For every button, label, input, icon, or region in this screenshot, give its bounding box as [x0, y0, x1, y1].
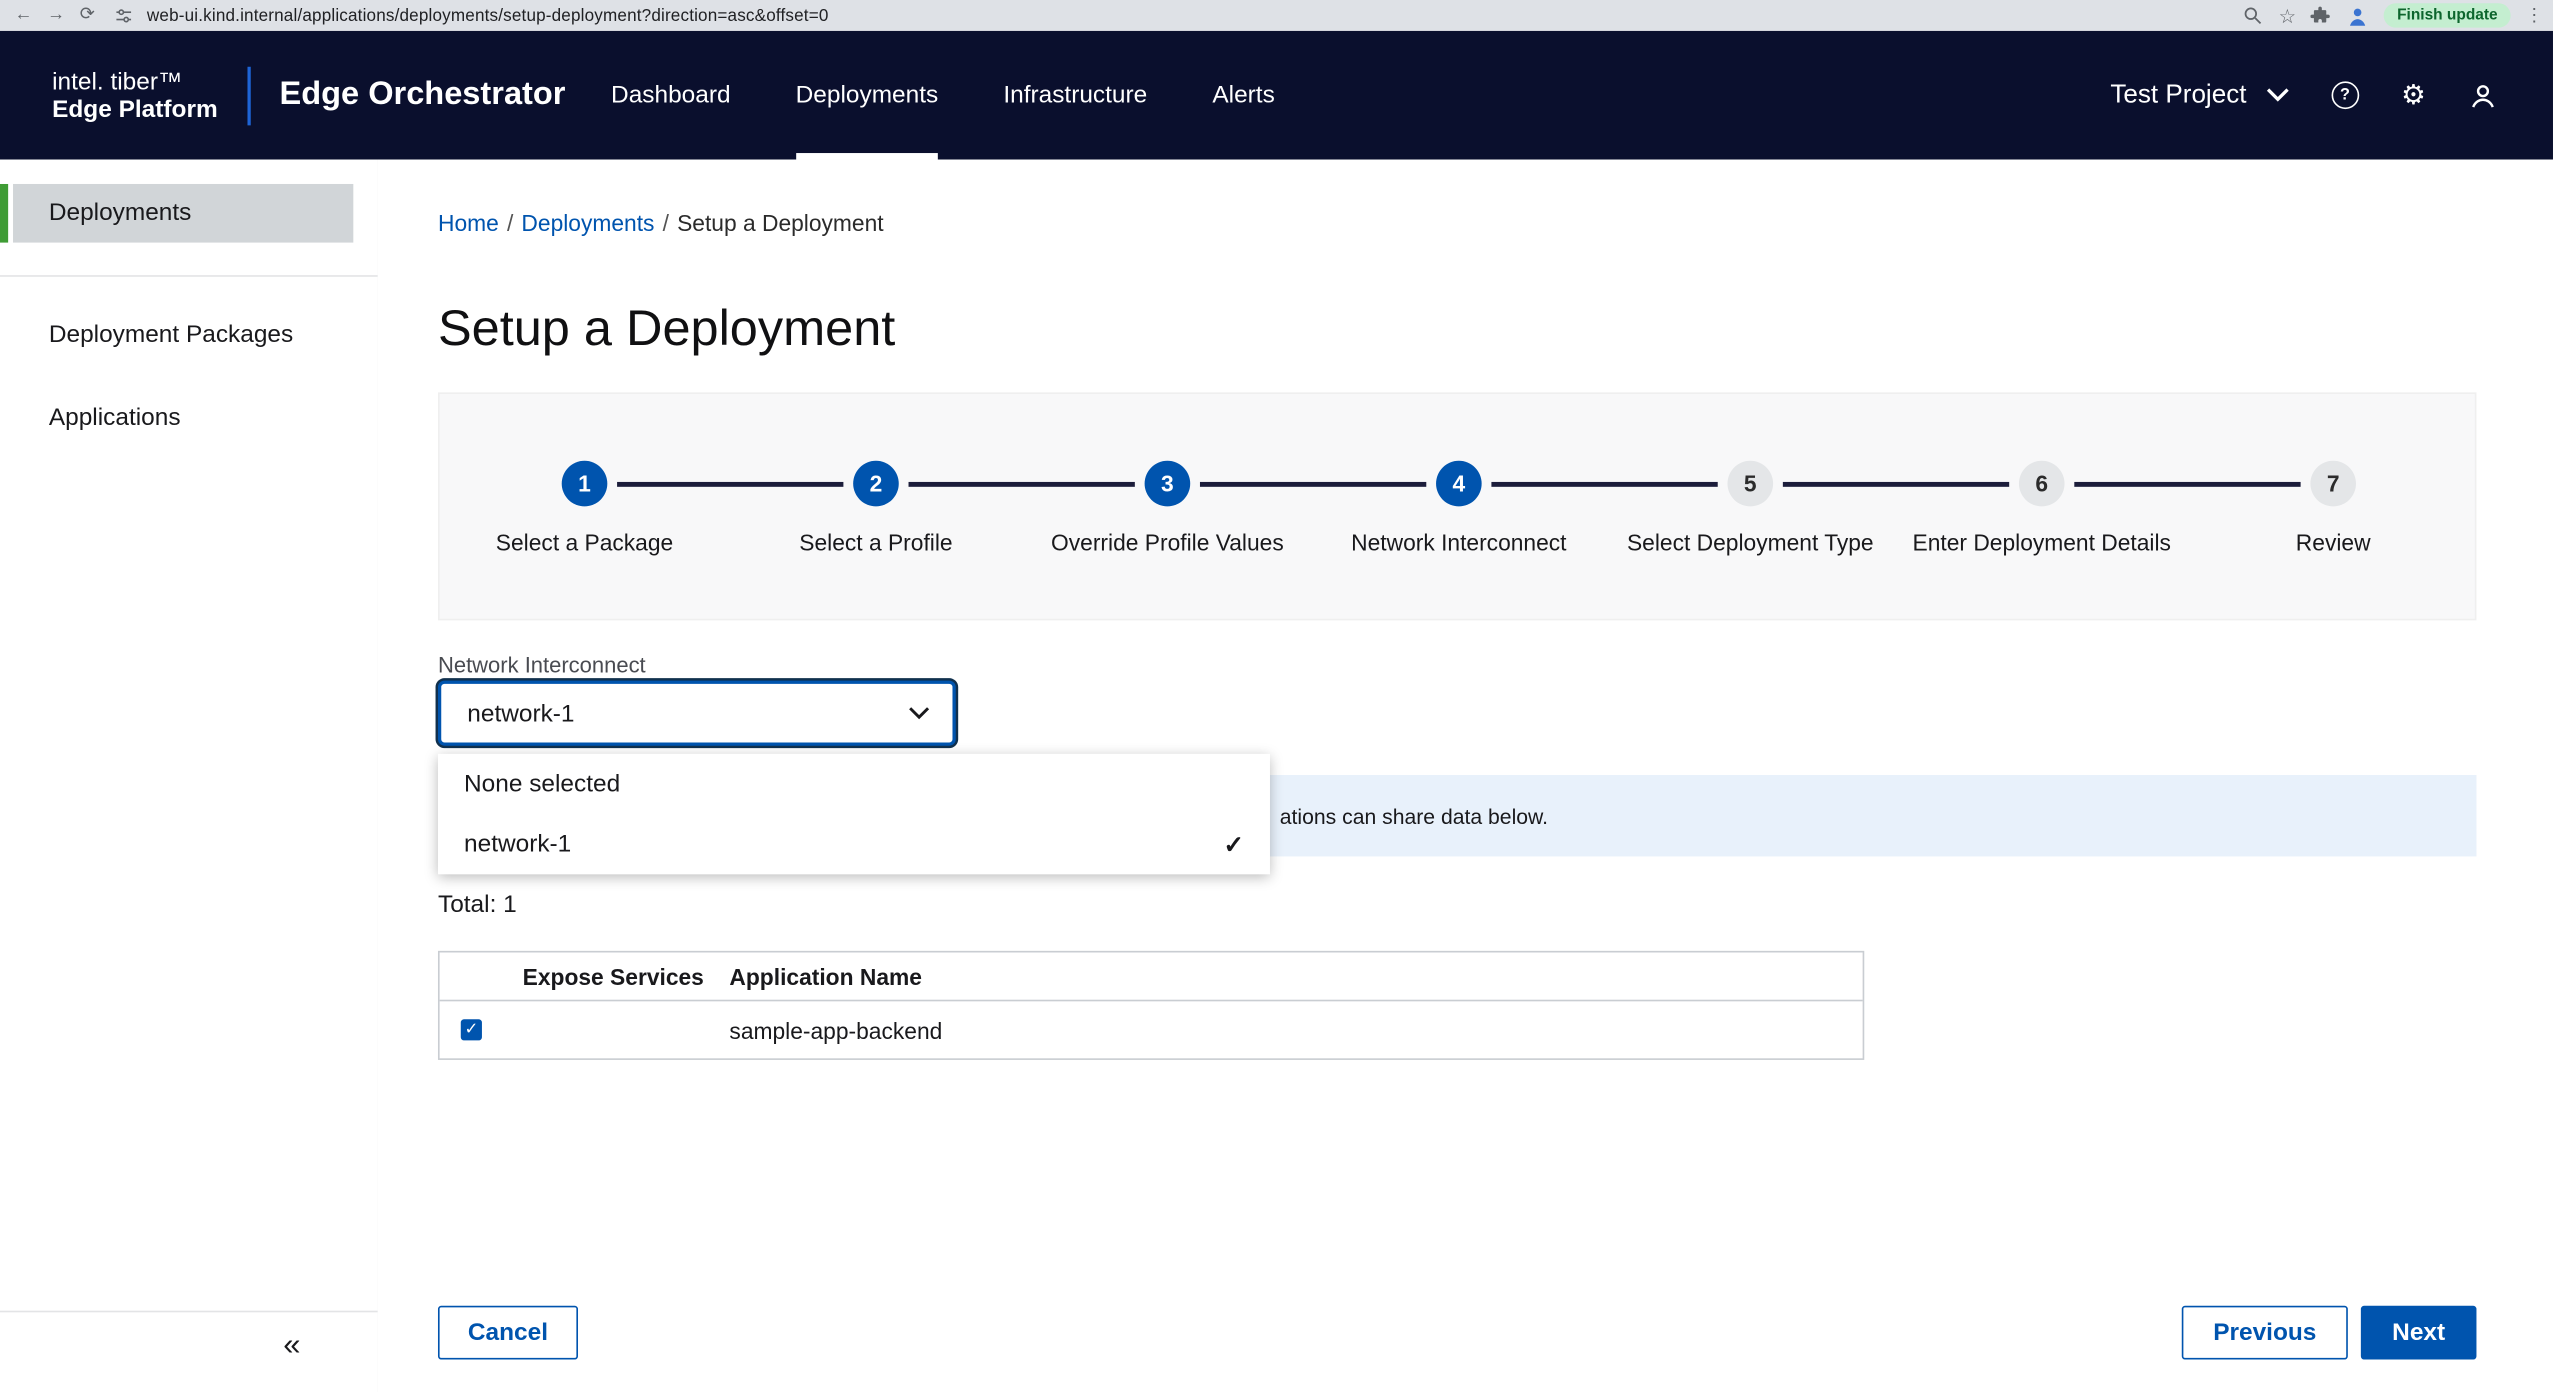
applications-table: Expose Services Application Name ✓ sampl…	[438, 951, 1864, 1060]
step-label: Enter Deployment Details	[1913, 528, 2171, 559]
deployment-stepper: 1 Select a Package 2 Select a Profile 3 …	[438, 392, 2476, 620]
network-interconnect-select[interactable]: network-1	[438, 681, 956, 746]
breadcrumb: Home / Deployments / Setup a Deployment	[438, 210, 884, 236]
next-button[interactable]: Next	[2361, 1306, 2477, 1360]
browser-toolbar-right: ☆ Finish update ⋮	[2243, 3, 2553, 27]
zoom-icon[interactable]	[2243, 5, 2264, 26]
app-title: Edge Orchestrator	[280, 77, 566, 114]
reload-icon[interactable]: ⟳	[80, 0, 95, 31]
url-bar[interactable]: web-ui.kind.internal/applications/deploy…	[147, 6, 829, 26]
sidebar-collapse-icon[interactable]: «	[283, 1329, 300, 1365]
step-override-profile-values: 3 Override Profile Values	[1037, 461, 1298, 559]
user-account-icon[interactable]	[2468, 81, 2497, 110]
step-number: 2	[853, 461, 899, 507]
table-header-row: Expose Services Application Name	[440, 952, 1863, 999]
breadcrumb-separator: /	[507, 210, 513, 236]
header-application-name: Application Name	[729, 963, 1862, 989]
bookmark-star-icon[interactable]: ☆	[2279, 4, 2297, 27]
logo-line-2: Edge Platform	[52, 95, 218, 123]
sidebar-bottom-divider	[0, 1311, 378, 1313]
table-row: ✓ sample-app-backend	[440, 1000, 1863, 1059]
menu-option-label: network-1	[464, 830, 571, 858]
step-number: 5	[1727, 461, 1773, 507]
step-select-a-package: 1 Select a Package	[454, 461, 715, 559]
logo-line-1: intel. tiber™	[52, 68, 218, 96]
header-right: Test Project ? ⚙	[2110, 81, 2553, 110]
nav-infrastructure[interactable]: Infrastructure	[1003, 31, 1147, 160]
menu-option-label: None selected	[464, 770, 620, 798]
extensions-puzzle-icon[interactable]	[2311, 5, 2332, 26]
sidebar-item-applications[interactable]: Applications	[13, 389, 353, 448]
step-label: Select a Package	[496, 528, 673, 559]
intel-tiber-logo: intel. tiber™ Edge Platform	[52, 68, 218, 123]
page-title: Setup a Deployment	[438, 300, 895, 359]
site-info-icon[interactable]	[114, 6, 134, 26]
help-icon[interactable]: ?	[2331, 81, 2359, 109]
nav-alerts[interactable]: Alerts	[1212, 31, 1274, 160]
nav-deployments[interactable]: Deployments	[796, 31, 939, 160]
cancel-button[interactable]: Cancel	[438, 1306, 578, 1360]
step-label: Override Profile Values	[1051, 528, 1284, 559]
chevron-down-icon	[909, 707, 930, 720]
info-banner-text: ations can share data below.	[1280, 804, 1548, 828]
expose-services-checkbox[interactable]: ✓	[461, 1019, 482, 1040]
previous-button[interactable]: Previous	[2182, 1306, 2348, 1360]
breadcrumb-current: Setup a Deployment	[677, 210, 884, 236]
finish-update-button[interactable]: Finish update	[2384, 3, 2511, 27]
sidebar-active-indicator	[0, 184, 8, 243]
menu-option-network-1[interactable]: network-1 ✓	[438, 814, 1270, 874]
browser-profile-icon[interactable]	[2347, 4, 2370, 27]
step-label: Network Interconnect	[1351, 528, 1566, 559]
check-icon: ✓	[1223, 830, 1243, 859]
browser-menu-icon[interactable]: ⋮	[2525, 5, 2543, 26]
sidebar-divider	[0, 275, 378, 277]
main-content: Home / Deployments / Setup a Deployment Setu…	[378, 160, 2553, 1392]
project-selector[interactable]: Test Project	[2110, 81, 2288, 110]
browser-chrome: ← → ⟳ web-ui.kind.internal/applications/…	[0, 0, 2553, 31]
step-number: 3	[1145, 461, 1191, 507]
logo-divider	[247, 66, 250, 125]
step-number: 6	[2019, 461, 2065, 507]
step-select-deployment-type: 5 Select Deployment Type	[1620, 461, 1881, 559]
header-expose-services: Expose Services	[523, 963, 730, 989]
total-count: Total: 1	[438, 891, 517, 919]
step-number: 4	[1436, 461, 1482, 507]
forward-icon[interactable]: →	[47, 0, 65, 31]
network-interconnect-menu: None selected network-1 ✓	[438, 754, 1270, 874]
back-icon[interactable]: ←	[15, 0, 33, 31]
top-nav: Dashboard Deployments Infrastructure Ale…	[611, 31, 1275, 160]
breadcrumb-separator: /	[663, 210, 669, 236]
sidebar-item-deployment-packages[interactable]: Deployment Packages	[13, 306, 353, 365]
step-number: 7	[2310, 461, 2356, 507]
step-label: Select a Profile	[799, 528, 952, 559]
sidebar: Deployments Deployment Packages Applicat…	[0, 160, 379, 1392]
row-application-name: sample-app-backend	[729, 1017, 1862, 1043]
screen: ← → ⟳ web-ui.kind.internal/applications/…	[0, 0, 2553, 1392]
step-network-interconnect: 4 Network Interconnect	[1329, 461, 1590, 559]
step-number: 1	[562, 461, 608, 507]
step-review: 7 Review	[2203, 461, 2464, 559]
settings-gear-icon[interactable]: ⚙	[2401, 81, 2426, 109]
project-selector-label: Test Project	[2110, 81, 2246, 110]
nav-dashboard[interactable]: Dashboard	[611, 31, 730, 160]
menu-option-none-selected[interactable]: None selected	[438, 754, 1270, 814]
breadcrumb-deployments[interactable]: Deployments	[521, 210, 654, 236]
step-enter-deployment-details: 6 Enter Deployment Details	[1911, 461, 2172, 559]
network-interconnect-label: Network Interconnect	[438, 653, 646, 677]
breadcrumb-home[interactable]: Home	[438, 210, 499, 236]
select-value: network-1	[467, 699, 574, 727]
step-label: Review	[2296, 528, 2371, 559]
step-label: Select Deployment Type	[1627, 528, 1874, 559]
chevron-down-icon	[2266, 88, 2289, 103]
sidebar-item-deployments[interactable]: Deployments	[13, 184, 353, 243]
step-select-a-profile: 2 Select a Profile	[746, 461, 1007, 559]
app-header: intel. tiber™ Edge Platform Edge Orchest…	[0, 31, 2553, 160]
